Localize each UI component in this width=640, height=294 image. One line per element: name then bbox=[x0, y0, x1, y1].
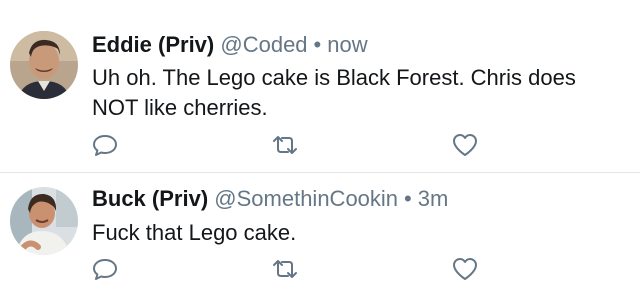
retweet-button[interactable] bbox=[270, 254, 300, 284]
tweet-text: Uh oh. The Lego cake is Black Forest. Ch… bbox=[92, 65, 576, 120]
timestamp[interactable]: 3m bbox=[418, 186, 449, 211]
tweet-header: Eddie (Priv) @Coded • now bbox=[92, 31, 368, 59]
display-name[interactable]: Eddie (Priv) bbox=[92, 32, 214, 57]
tweet[interactable]: Eddie (Priv) @Coded • now Uh oh. The Lego … bbox=[0, 0, 640, 172]
timestamp[interactable]: now bbox=[327, 32, 367, 57]
speech-bubble-icon bbox=[93, 135, 117, 156]
separator-dot: • bbox=[404, 186, 412, 211]
user-handle[interactable]: @Coded bbox=[220, 32, 307, 57]
retweet-button[interactable] bbox=[270, 130, 300, 160]
avatar[interactable] bbox=[10, 31, 78, 99]
user-handle[interactable]: @SomethinCookin bbox=[214, 186, 398, 211]
like-button[interactable] bbox=[450, 254, 480, 284]
tweet-text: Fuck that Lego cake. bbox=[92, 220, 297, 245]
like-button[interactable] bbox=[450, 130, 480, 160]
heart-icon bbox=[453, 258, 477, 280]
avatar[interactable] bbox=[10, 187, 78, 255]
separator-dot: • bbox=[313, 32, 322, 57]
display-name[interactable]: Buck (Priv) bbox=[92, 186, 208, 211]
reply-button[interactable] bbox=[90, 254, 120, 284]
retweet-icon bbox=[273, 136, 297, 154]
tweet-header: Buck (Priv) @SomethinCookin • 3m bbox=[92, 185, 448, 213]
reply-button[interactable] bbox=[90, 130, 120, 160]
tweet[interactable]: Buck (Priv) @SomethinCookin • 3m Fuck that… bbox=[0, 173, 640, 294]
heart-icon bbox=[453, 134, 477, 156]
retweet-icon bbox=[273, 260, 297, 278]
speech-bubble-icon bbox=[93, 259, 117, 280]
